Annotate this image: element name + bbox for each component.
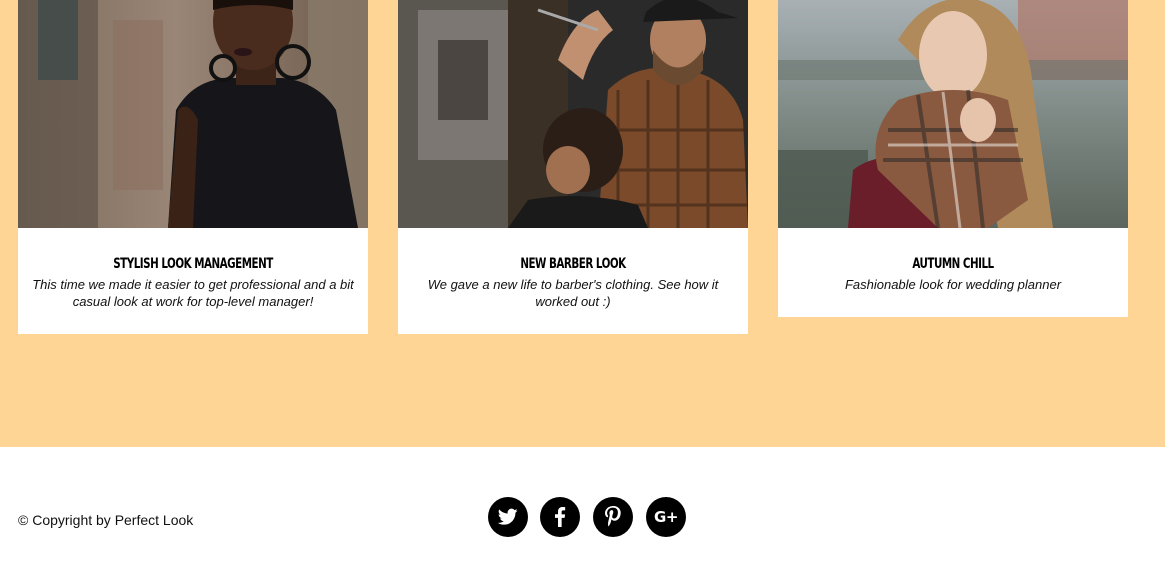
woman-plaid-scarf-photo [778,0,1128,228]
card-title: Stylish look management [113,256,273,272]
card-body: Stylish look management This time we mad… [18,228,368,334]
portfolio-card[interactable]: New barber look We gave a new life to ba… [398,0,748,334]
card-title: New barber look [520,256,626,272]
google-plus-icon: G+ [654,508,678,526]
card-description: This time we made it easier to get profe… [32,277,354,309]
footer: © Copyright by Perfect Look G+ [0,447,1165,585]
card-description: We gave a new life to barber's clothing.… [427,277,719,309]
pinterest-icon [605,506,621,528]
portfolio-card[interactable]: Autumn chill Fashionable look for weddin… [778,0,1128,317]
twitter-icon [498,508,518,526]
barber-cutting-hair-photo [398,0,748,228]
card-body: Autumn chill Fashionable look for weddin… [778,228,1128,317]
portfolio-card[interactable]: Stylish look management This time we mad… [18,0,368,334]
copyright-text: © Copyright by Perfect Look [18,512,194,528]
facebook-button[interactable] [540,497,580,537]
woman-black-top-photo [18,0,368,228]
card-body: New barber look We gave a new life to ba… [398,228,748,334]
twitter-button[interactable] [488,497,528,537]
card-title: Autumn chill [912,256,994,272]
google-plus-button[interactable]: G+ [646,497,686,537]
portfolio-section: Stylish look management This time we mad… [0,0,1165,447]
facebook-icon [554,507,566,527]
card-description: Fashionable look for wedding planner [844,277,1062,292]
pinterest-button[interactable] [593,497,633,537]
